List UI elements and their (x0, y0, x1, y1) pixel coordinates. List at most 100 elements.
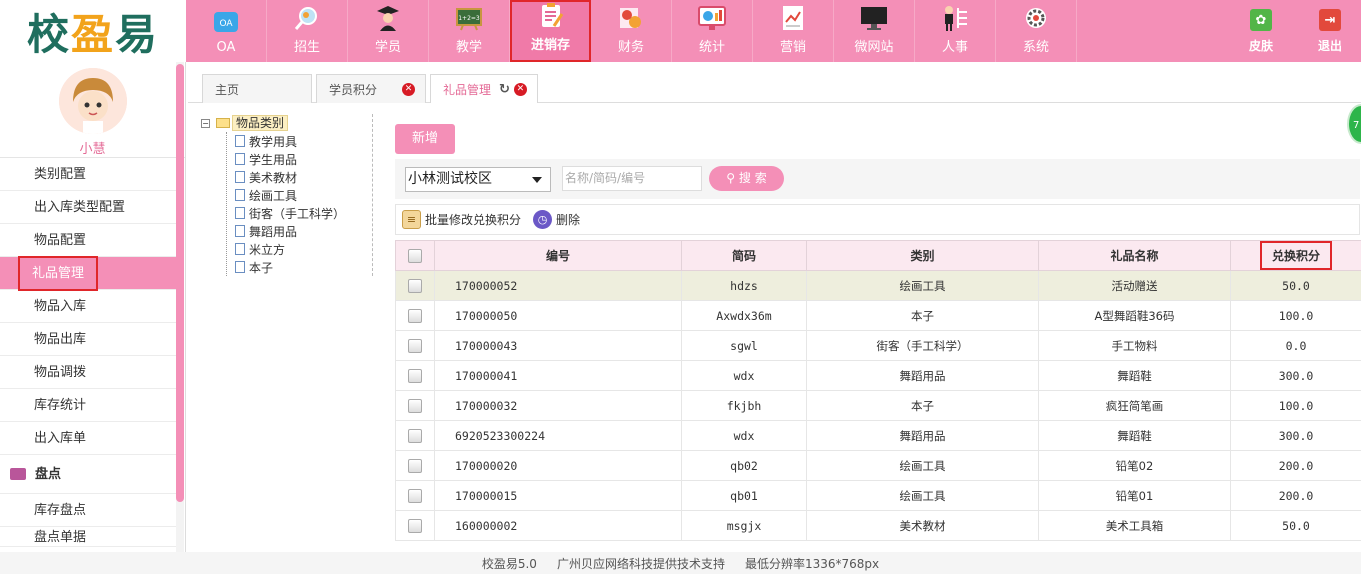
tree-node[interactable]: 街客（手工科学） (235, 204, 372, 222)
cell-code: 170000050 (434, 300, 682, 331)
cell-category: 舞蹈用品 (806, 420, 1039, 451)
tree-node[interactable]: 美术教材 (235, 168, 372, 186)
svg-text:1+2=3: 1+2=3 (458, 15, 480, 22)
row-checkbox[interactable] (395, 390, 435, 421)
row-checkbox[interactable] (395, 360, 435, 391)
table-row[interactable]: 170000043 sgwl 街客（手工科学） 手工物料 0.0 (395, 330, 1361, 361)
row-checkbox[interactable] (395, 270, 435, 301)
tree-node[interactable]: 教学用具 (235, 132, 372, 150)
nav-hr[interactable]: 人事 (915, 0, 996, 62)
row-checkbox[interactable] (395, 420, 435, 451)
cell-category: 绘画工具 (806, 450, 1039, 481)
table-row[interactable]: 160000002 msgjx 美术教材 美术工具箱 50.0 (395, 510, 1361, 541)
nav-oa[interactable]: OA OA (186, 0, 267, 62)
column-header-points[interactable]: 兑换积分 (1230, 240, 1361, 271)
cell-gift-name: 舞蹈鞋 (1038, 420, 1231, 451)
cell-points: 100.0 (1230, 300, 1361, 331)
logout-button[interactable]: ⇥ 退出 (1299, 0, 1361, 62)
tree-node[interactable]: 米立方 (235, 240, 372, 258)
trend-doc-icon (778, 4, 808, 32)
table-row[interactable]: 170000052 hdzs 绘画工具 活动赠送 50.0 (395, 270, 1361, 301)
skin-button[interactable]: ✿ 皮肤 (1230, 0, 1292, 62)
clipboard-icon (536, 2, 566, 30)
avatar[interactable] (58, 68, 127, 134)
column-header-gift-name[interactable]: 礼品名称 (1038, 240, 1231, 271)
cell-code: 6920523300224 (434, 420, 682, 451)
tab-gift-management[interactable]: 礼品管理 ↻ ✕ (430, 74, 538, 103)
table-row[interactable]: 170000032 fkjbh 本子 疯狂简笔画 100.0 (395, 390, 1361, 421)
table-row[interactable]: 170000050 Axwdx36m 本子 A型舞蹈鞋36码 100.0 (395, 300, 1361, 331)
cell-points: 200.0 (1230, 480, 1361, 511)
cell-category: 绘画工具 (806, 270, 1039, 301)
sidebar-item-gift-management[interactable]: 礼品管理 (0, 256, 180, 291)
close-icon[interactable]: ✕ (402, 82, 415, 96)
add-button[interactable]: 新增 (395, 124, 455, 154)
tab-home[interactable]: 主页 (202, 74, 312, 103)
cell-points: 0.0 (1230, 330, 1361, 361)
tree-node[interactable]: 学生用品 (235, 150, 372, 168)
row-checkbox[interactable] (395, 330, 435, 361)
search-input[interactable]: 名称/简码/编号 (562, 166, 702, 191)
cell-points: 50.0 (1230, 270, 1361, 301)
collapse-icon[interactable]: − (201, 118, 210, 128)
column-header-code[interactable]: 编号 (434, 240, 682, 271)
select-all-checkbox[interactable] (395, 240, 435, 271)
nav-finance[interactable]: 财务 (591, 0, 672, 62)
delete-button[interactable]: ◷ 删除 (533, 210, 580, 229)
sidebar-item-stock-stats[interactable]: 库存统计 (0, 389, 176, 422)
file-icon (235, 225, 245, 237)
table-row[interactable]: 6920523300224 wdx 舞蹈用品 舞蹈鞋 300.0 (395, 420, 1361, 451)
cell-gift-name: 活动赠送 (1038, 270, 1231, 301)
sidebar-item-item-config[interactable]: 物品配置 (0, 224, 176, 257)
sidebar-item-category-config[interactable]: 类别配置 (0, 158, 176, 191)
batch-edit-points-button[interactable]: ≡ 批量修改兑换积分 (402, 210, 521, 229)
close-icon[interactable]: ✕ (513, 82, 527, 96)
nav-marketing[interactable]: 营销 (753, 0, 834, 62)
file-icon (235, 261, 245, 273)
tab-student-points[interactable]: 学员积分 ✕ (316, 74, 426, 103)
sidebar-item-io-type-config[interactable]: 出入库类型配置 (0, 191, 176, 224)
sidebar-group-inventory-check[interactable]: 盘点 (0, 455, 176, 494)
nav-microsite[interactable]: 微网站 (834, 0, 915, 62)
table-row[interactable]: 170000020 qb02 绘画工具 铅笔02 200.0 (395, 450, 1361, 481)
nav-system[interactable]: 系统 (996, 0, 1077, 62)
footer: 校盈易5.0 广州贝应网络科技提供技术支持 最低分辨率1336*768px (0, 552, 1361, 574)
sidebar-scrollbar[interactable] (176, 62, 184, 552)
table-row[interactable]: 170000041 wdx 舞蹈用品 舞蹈鞋 300.0 (395, 360, 1361, 391)
row-checkbox[interactable] (395, 450, 435, 481)
sidebar-item-transfer[interactable]: 物品调拨 (0, 356, 176, 389)
search-button[interactable]: ⚲ 搜 索 (709, 166, 784, 191)
nav-students[interactable]: 学员 (348, 0, 429, 62)
tree-root[interactable]: − 物品类别 (201, 114, 372, 132)
cell-shortcode: fkjbh (681, 390, 807, 421)
sidebar-item-io-orders[interactable]: 出入库单 (0, 422, 176, 455)
tree-node[interactable]: 绘画工具 (235, 186, 372, 204)
tree-node[interactable]: 本子 (235, 258, 372, 276)
cell-shortcode: wdx (681, 360, 807, 391)
nav-teaching[interactable]: 1+2=3 教学 (429, 0, 510, 62)
column-header-category[interactable]: 类别 (806, 240, 1039, 271)
refresh-icon[interactable]: ↻ (499, 82, 510, 97)
tree-node[interactable]: 舞蹈用品 (235, 222, 372, 240)
nav-enrollment[interactable]: 招生 (267, 0, 348, 62)
row-checkbox[interactable] (395, 480, 435, 511)
nav-inventory[interactable]: 进销存 (510, 0, 591, 62)
chevron-down-icon (532, 177, 542, 183)
monitor-chart-icon (697, 4, 727, 32)
svg-text:OA: OA (219, 19, 233, 29)
sidebar-item-check-orders[interactable]: 盘点单据 (0, 527, 176, 547)
top-bar: 校盈易 OA OA 招生 学员 1+2=3 教学 进销存 财务 统计 营销 微网… (0, 0, 1361, 62)
row-checkbox[interactable] (395, 300, 435, 331)
sidebar-item-stock-out[interactable]: 物品出库 (0, 323, 176, 356)
floating-widget[interactable]: 7 (1347, 104, 1361, 144)
table-row[interactable]: 170000015 qb01 绘画工具 铅笔01 200.0 (395, 480, 1361, 511)
column-header-shortcode[interactable]: 简码 (681, 240, 807, 271)
campus-select[interactable]: 小林测试校区 (405, 167, 551, 192)
row-checkbox[interactable] (395, 510, 435, 541)
folder-icon (10, 468, 26, 480)
sidebar-item-stock-check[interactable]: 库存盘点 (0, 494, 176, 527)
sidebar-item-stock-in[interactable]: 物品入库 (0, 290, 176, 323)
nav-statistics[interactable]: 统计 (672, 0, 753, 62)
cell-points: 50.0 (1230, 510, 1361, 541)
cell-code: 170000032 (434, 390, 682, 421)
